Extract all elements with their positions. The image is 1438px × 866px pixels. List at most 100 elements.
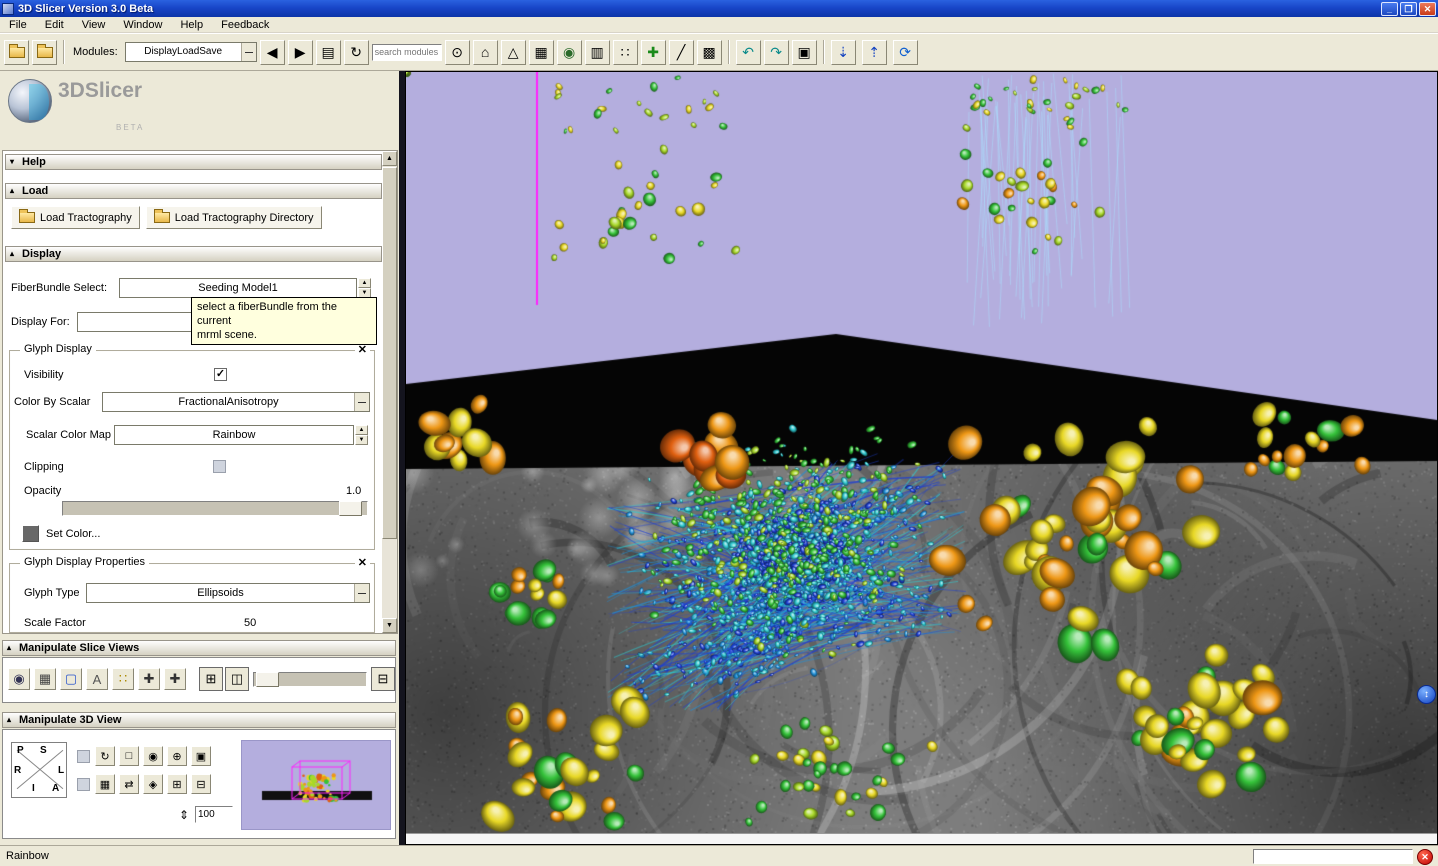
add-volume-button[interactable]: ✚ [641, 40, 666, 65]
search-modules-input[interactable] [372, 44, 442, 61]
view3d-toolbar-icon: ⇄ [124, 778, 133, 791]
glyph-type-menu-icon[interactable] [354, 584, 369, 602]
view3d-option-checkbox-1[interactable] [77, 750, 90, 763]
scroll-down-button[interactable]: ▼ [382, 618, 397, 633]
measurements-module-button[interactable]: △ [501, 40, 526, 65]
help-section-title: Help [22, 156, 46, 168]
volumes-module-button[interactable]: ◉ [557, 40, 582, 65]
fiberbundle-select-combobox[interactable]: Seeding Model1 [119, 278, 357, 298]
link-slice-controls-button[interactable]: ⊟ [371, 667, 395, 691]
zoom-out-button[interactable]: ⊟ [191, 774, 211, 794]
slice-offset-slider-thumb[interactable] [256, 672, 279, 687]
color-by-scalar-combobox[interactable]: FractionalAnisotropy [102, 392, 370, 412]
modules-menu-icon[interactable] [241, 43, 256, 61]
menu-file[interactable]: File [0, 18, 36, 32]
mouse-place-button[interactable]: ⇡ [862, 40, 887, 65]
rock-view-button[interactable]: ⇄ [119, 774, 139, 794]
history-button[interactable]: ▤ [316, 40, 341, 65]
glyph-properties-close-icon[interactable]: ✕ [355, 556, 370, 569]
slice-visibility-button[interactable]: ◉ [8, 668, 30, 690]
spin-up-button[interactable]: ▲ [355, 425, 368, 435]
load-scene-button[interactable] [4, 40, 29, 65]
forward-button[interactable]: ▶ [288, 40, 313, 65]
slicer-logo: 3DSlicer [8, 79, 142, 123]
layout-module-button[interactable]: ∷ [613, 40, 638, 65]
fit-slices-to-window-button[interactable]: ◫ [225, 667, 249, 691]
load-section-header[interactable]: ▴ Load [5, 183, 382, 199]
look-from-axis-button[interactable]: ◈ [143, 774, 163, 794]
load-tractography-button[interactable]: Load Tractography [11, 206, 140, 229]
view-bottom-scrollbar[interactable] [406, 833, 1437, 844]
eye-view-button[interactable]: ◉ [143, 746, 163, 766]
opacity-slider[interactable] [62, 501, 368, 516]
redo-button[interactable]: ↷ [764, 40, 789, 65]
menu-help[interactable]: Help [171, 18, 212, 32]
slice-annotations-button[interactable]: ∷ [112, 668, 134, 690]
help-section-header[interactable]: ▾ Help [5, 154, 382, 170]
close-button[interactable]: ✕ [1419, 2, 1436, 16]
app-window: 3D Slicer Version 3.0 Beta _ ❐ ✕ FileEdi… [0, 0, 1438, 866]
search-modules-button[interactable]: ⊙ [445, 40, 470, 65]
save-scene-button[interactable] [32, 40, 57, 65]
zoom-percent-input[interactable] [195, 806, 233, 823]
slice-offset-slider[interactable] [253, 672, 367, 687]
collapse-marker-icon: ▴ [10, 249, 14, 258]
reload-module-button[interactable]: ↻ [344, 40, 369, 65]
menu-window[interactable]: Window [114, 18, 171, 32]
view3d-section-header[interactable]: ▴ Manipulate 3D View [2, 712, 396, 728]
fit-slices-to-volume-button[interactable]: ⊞ [199, 667, 223, 691]
view3d-navigation-preview[interactable] [241, 740, 391, 830]
slice-label-outline-button[interactable]: A [86, 668, 108, 690]
glyph-type-combobox[interactable]: Ellipsoids [86, 583, 370, 603]
toolbar-icon: ✚ [647, 44, 659, 61]
toolbar-icon: ▶ [295, 44, 306, 61]
models-module-button[interactable]: ▥ [585, 40, 610, 65]
mouse-transform-button[interactable]: ⟳ [893, 40, 918, 65]
zoom-in-button[interactable]: ⊞ [167, 774, 187, 794]
slice-line-button[interactable]: ╱ [669, 40, 694, 65]
spin-up-button[interactable]: ▲ [358, 278, 371, 288]
editor-module-button[interactable]: ▩ [697, 40, 722, 65]
center-view-button[interactable]: ⊕ [167, 746, 187, 766]
back-button[interactable]: ◀ [260, 40, 285, 65]
spin-view-button[interactable]: ↻ [95, 746, 115, 766]
set-color-swatch-button[interactable] [22, 525, 39, 542]
slice-background-button[interactable]: ▢ [60, 668, 82, 690]
scrollbar-thumb[interactable] [382, 167, 397, 539]
display-section-header[interactable]: ▴ Display [5, 246, 382, 262]
data-module-button[interactable]: ▦ [529, 40, 554, 65]
load-tractography-directory-button[interactable]: Load Tractography Directory [146, 206, 322, 229]
scroll-up-button[interactable]: ▲ [382, 151, 397, 166]
home-module-button[interactable]: ⌂ [473, 40, 498, 65]
slice-views-section-header[interactable]: ▴ Manipulate Slice Views [2, 640, 396, 656]
ortho-projection-button[interactable]: ▦ [95, 774, 115, 794]
status-entry[interactable] [1253, 849, 1413, 864]
stereo-view-button[interactable]: ▣ [191, 746, 211, 766]
slice-grid-button[interactable]: ▦ [34, 668, 56, 690]
undo-button[interactable]: ↶ [736, 40, 761, 65]
maximize-button[interactable]: ❐ [1400, 2, 1417, 16]
status-close-button[interactable]: ✕ [1417, 849, 1433, 865]
opacity-slider-thumb[interactable] [339, 501, 362, 516]
menu-feedback[interactable]: Feedback [212, 18, 278, 32]
spin-down-button[interactable]: ▼ [355, 435, 368, 445]
slice-fit-button[interactable]: ✚ [138, 668, 160, 690]
cube-visibility-button[interactable]: □ [119, 746, 139, 766]
modules-dropdown[interactable]: DisplayLoadSave [125, 42, 257, 62]
clipping-checkbox[interactable] [213, 460, 226, 473]
minimize-button[interactable]: _ [1381, 2, 1398, 16]
view-3d-canvas[interactable] [406, 72, 1437, 833]
visibility-checkbox[interactable]: ✓ [214, 368, 227, 381]
view3d-option-checkbox-2[interactable] [77, 778, 90, 791]
screenshot-button[interactable]: ▣ [792, 40, 817, 65]
color-by-scalar-menu-icon[interactable] [354, 393, 369, 411]
menu-view[interactable]: View [73, 18, 115, 32]
slice-expand-button[interactable]: ✚ [164, 668, 186, 690]
orientation-axes-widget[interactable]: P S R L A I [11, 742, 67, 798]
axis-label-i: I [32, 783, 35, 794]
load-section-title: Load [22, 185, 48, 197]
menu-edit[interactable]: Edit [36, 18, 73, 32]
view-navigation-puck-button[interactable]: ↕ [1417, 685, 1436, 704]
scalar-color-map-combobox[interactable]: Rainbow [114, 425, 354, 445]
mouse-pick-button[interactable]: ⇣ [831, 40, 856, 65]
